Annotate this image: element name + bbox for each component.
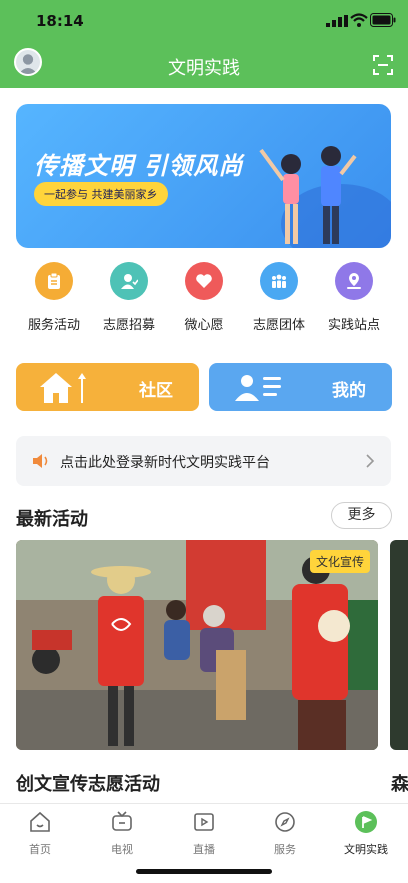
play-icon xyxy=(194,813,214,831)
scan-icon[interactable] xyxy=(372,54,394,76)
mine-label: 我的 xyxy=(332,381,366,401)
tab-live[interactable]: 直播 xyxy=(164,810,244,857)
mine-card[interactable]: 我的 xyxy=(209,363,392,411)
activity-title[interactable]: 创文宣传志愿活动 xyxy=(16,770,160,796)
promo-banner[interactable]: 传播文明 引领风尚 一起参与 共建美丽家乡 xyxy=(16,104,391,248)
flag-icon xyxy=(355,811,377,833)
volunteer-icon xyxy=(110,262,148,300)
community-label: 社区 xyxy=(139,381,173,401)
next-activity-title[interactable]: 森 xyxy=(391,770,408,796)
tab-label: 首页 xyxy=(29,843,51,856)
quick-item-label: 服务活动 xyxy=(27,318,80,333)
speaker-icon xyxy=(33,454,48,468)
section-title: 最新活动 xyxy=(16,509,88,530)
tab-civilization-practice[interactable]: 文明实践 xyxy=(326,810,406,857)
banner-title: 传播文明 引领风尚 xyxy=(34,152,244,180)
profile-card-icon xyxy=(235,375,281,401)
compass-icon xyxy=(275,812,295,832)
banner-subtitle: 一起参与 共建美丽家乡 xyxy=(34,182,168,206)
more-button[interactable]: 更多 xyxy=(331,502,392,529)
community-card[interactable]: 社区 xyxy=(16,363,199,411)
banner-illustration xyxy=(259,146,391,248)
tab-label: 文明实践 xyxy=(344,843,388,856)
quick-item-micro-wish[interactable]: 微心愿 xyxy=(164,262,244,333)
tab-home[interactable]: 首页 xyxy=(0,810,80,857)
category-tag: 文化宣传 xyxy=(309,550,370,573)
quick-item-volunteer-group[interactable]: 志愿团体 xyxy=(239,262,319,333)
quick-item-label: 志愿招募 xyxy=(102,318,155,333)
quick-item-label: 微心愿 xyxy=(184,318,224,333)
tab-service[interactable]: 服务 xyxy=(245,810,325,857)
status-bar: 18:14 xyxy=(0,0,408,44)
quick-item-label: 志愿团体 xyxy=(252,318,305,333)
home-indicator xyxy=(136,869,272,874)
wifi-icon xyxy=(350,13,368,27)
home-icon xyxy=(30,811,50,832)
tab-label: 直播 xyxy=(193,843,215,856)
notice-text: 点击此处登录新时代文明实践平台 xyxy=(60,455,270,471)
clipboard-icon xyxy=(35,262,73,300)
tab-tv[interactable]: 电视 xyxy=(82,810,162,857)
quick-entries: 服务活动 志愿招募 微心愿 志愿团体 实践站点 xyxy=(0,262,408,342)
battery-icon xyxy=(370,13,396,27)
quick-item-practice-site[interactable]: 实践站点 xyxy=(314,262,394,333)
quick-item-service-activity[interactable]: 服务活动 xyxy=(14,262,94,333)
status-time: 18:14 xyxy=(36,12,84,30)
page-title: 文明实践 xyxy=(168,58,240,79)
next-activity-photo[interactable] xyxy=(390,540,408,750)
chevron-right-icon xyxy=(366,454,375,468)
group-icon xyxy=(260,262,298,300)
tab-label: 电视 xyxy=(111,843,133,856)
location-icon xyxy=(335,262,373,300)
tab-label: 服务 xyxy=(274,843,296,856)
quick-item-label: 实践站点 xyxy=(327,318,380,333)
signal-icon xyxy=(326,15,348,27)
house-icon xyxy=(40,373,86,403)
heart-icon xyxy=(185,262,223,300)
quick-item-volunteer-recruit[interactable]: 志愿招募 xyxy=(89,262,169,333)
login-notice[interactable]: 点击此处登录新时代文明实践平台 xyxy=(16,436,391,486)
tv-icon xyxy=(112,811,132,831)
top-header: 18:14 文明实践 xyxy=(0,0,408,88)
activity-photo[interactable]: 文化宣传 xyxy=(16,540,378,750)
